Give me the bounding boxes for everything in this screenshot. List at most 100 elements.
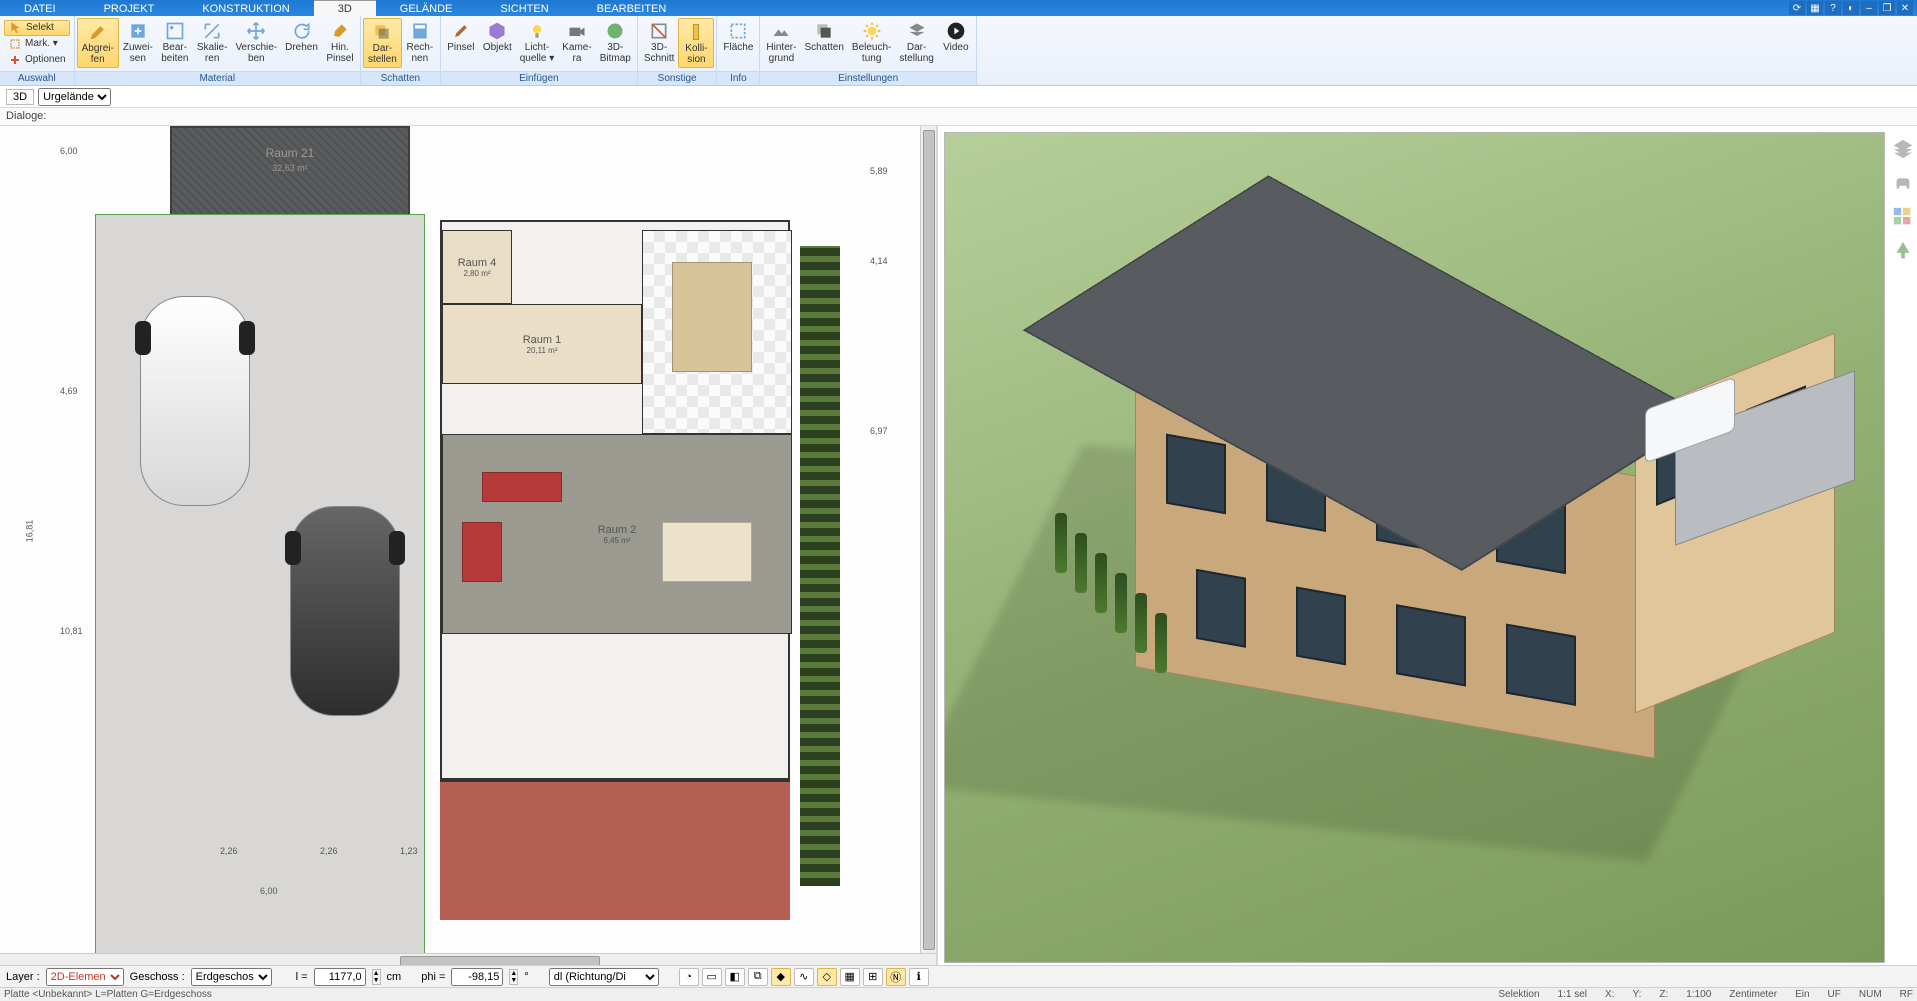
ribbon-btn-hintergrund[interactable]: Hinter- grund bbox=[762, 18, 800, 66]
refresh-icon[interactable]: ⟳ bbox=[1789, 1, 1805, 15]
bottom-tool-10[interactable]: ℹ bbox=[909, 968, 929, 986]
tree-icon[interactable] bbox=[1892, 240, 1914, 262]
theme-icon[interactable]: ◐ bbox=[1843, 1, 1859, 15]
garage-name: Raum 21 bbox=[266, 146, 315, 160]
ribbon-btn-mark[interactable]: Mark. ▾ bbox=[4, 36, 70, 52]
menu-tab-projekt[interactable]: PROJEKT bbox=[80, 0, 179, 16]
maximize-icon[interactable]: ❐ bbox=[1879, 1, 1895, 15]
terrain-select[interactable]: Urgelände bbox=[38, 88, 111, 106]
dim-label: 5,89 bbox=[870, 166, 888, 176]
dim-label: 4,69 bbox=[60, 386, 78, 396]
length-input[interactable] bbox=[314, 968, 366, 986]
status-x: X: bbox=[1605, 989, 1614, 1000]
status-y: Y: bbox=[1632, 989, 1641, 1000]
pick-icon bbox=[85, 21, 111, 43]
dim-label: 6,00 bbox=[60, 146, 78, 156]
ribbon-btn-skalieren[interactable]: Skalie- ren bbox=[193, 18, 232, 66]
layers-icon[interactable] bbox=[1892, 138, 1914, 160]
floor-select[interactable]: Erdgeschos bbox=[191, 968, 272, 986]
bottom-tool-2[interactable]: ◧ bbox=[725, 968, 745, 986]
menu-tab-datei[interactable]: DATEI bbox=[0, 0, 80, 16]
ribbon-btn-dschnitt[interactable]: 3D- Schnitt bbox=[640, 18, 679, 66]
ribbon-group-material: Abgrei- fenZuwei- senBear- beitenSkalie-… bbox=[75, 16, 361, 85]
garage-area: 32,63 m² bbox=[272, 163, 308, 173]
bottom-tool-9[interactable]: Ⓝ bbox=[886, 968, 906, 986]
menu-tab-3d[interactable]: 3D bbox=[314, 0, 376, 16]
grid-icon[interactable]: ▦ bbox=[1807, 1, 1823, 15]
dim-label: 10,81 bbox=[60, 626, 83, 636]
cursor-icon bbox=[9, 21, 23, 35]
plan-car-1 bbox=[140, 296, 250, 506]
menu-tab-konstruktion[interactable]: KONSTRUKTION bbox=[178, 0, 313, 16]
ribbon-group-auswahl: SelektMark. ▾OptionenAuswahl bbox=[0, 16, 75, 85]
plan-2d-view[interactable]: Raum 2132,63 m² Raum 42,80 m²Raum 120,11… bbox=[0, 126, 938, 969]
ribbon-btn-darstellen[interactable]: Dar- stellen bbox=[363, 18, 402, 68]
furniture-icon[interactable] bbox=[1892, 172, 1914, 194]
bottom-tool-1[interactable]: ▭ bbox=[702, 968, 722, 986]
angle-down[interactable]: ▼ bbox=[510, 977, 517, 984]
ribbon-btn-abgreifen[interactable]: Abgrei- fen bbox=[77, 18, 119, 68]
ribbon-btn-zuweisen[interactable]: Zuwei- sen bbox=[119, 18, 157, 66]
ribbon-btn-optionen[interactable]: Optionen bbox=[4, 52, 70, 68]
angle-up[interactable]: ▲ bbox=[510, 970, 517, 977]
ribbon-btn-kollision[interactable]: Kolli- sion bbox=[678, 18, 714, 68]
bottom-tool-4[interactable]: ◆ bbox=[771, 968, 791, 986]
bottom-tool-0[interactable]: ◔ bbox=[679, 968, 699, 986]
ribbon-btn-pinsel[interactable]: Pinsel bbox=[443, 18, 479, 56]
ribbon-btn-dbitmap[interactable]: 3D- Bitmap bbox=[596, 18, 635, 66]
menu-tab-bearbeiten[interactable]: BEARBEITEN bbox=[573, 0, 691, 16]
bottom-tool-5[interactable]: ∿ bbox=[794, 968, 814, 986]
brush-icon bbox=[327, 20, 353, 42]
ribbon-btn-darstellung[interactable]: Dar- stellung bbox=[895, 18, 937, 66]
plan-terrace bbox=[440, 780, 790, 920]
ribbon-btn-selekt[interactable]: Selekt bbox=[4, 20, 70, 36]
vid-icon bbox=[943, 20, 969, 42]
plan-room: Raum 42,80 m² bbox=[442, 230, 512, 304]
plan-scrollbar-vertical[interactable] bbox=[920, 126, 936, 953]
ribbon-btn-video[interactable]: Video bbox=[938, 18, 974, 56]
dim-label: 6,00 bbox=[260, 886, 278, 896]
ribbon-btn-hinpinsel[interactable]: Hin. Pinsel bbox=[322, 18, 358, 66]
bottom-tool-7[interactable]: ▦ bbox=[840, 968, 860, 986]
status-on: Ein bbox=[1795, 989, 1809, 1000]
plan-furniture bbox=[482, 472, 562, 502]
ribbon-btn-beleuchtung[interactable]: Beleuch- tung bbox=[848, 18, 895, 66]
menu-tab-gelaende[interactable]: GELÄNDE bbox=[376, 0, 477, 16]
direction-select[interactable]: dl (Richtung/Di bbox=[549, 968, 659, 986]
ribbon-btn-flche[interactable]: Fläche bbox=[719, 18, 757, 56]
angle-input[interactable] bbox=[451, 968, 503, 986]
dim-label: 2,26 bbox=[320, 846, 338, 856]
shd-icon bbox=[811, 20, 837, 42]
ribbon-btn-bearbeiten[interactable]: Bear- beiten bbox=[157, 18, 193, 66]
ribbon-btn-lichtquelle[interactable]: Licht- quelle ▾ bbox=[516, 18, 559, 66]
view-3d-pane[interactable] bbox=[938, 126, 1917, 969]
length-unit: cm bbox=[387, 971, 402, 983]
calc-icon bbox=[407, 20, 433, 42]
ribbon-btn-schatten[interactable]: Schatten bbox=[800, 18, 847, 56]
bottom-tool-6[interactable]: ◇ bbox=[817, 968, 837, 986]
dim-label: 16,81 bbox=[24, 520, 34, 543]
length-down[interactable]: ▼ bbox=[373, 977, 380, 984]
length-up[interactable]: ▲ bbox=[373, 970, 380, 977]
rotate-icon bbox=[289, 20, 315, 42]
bottom-tool-3[interactable]: ⧉ bbox=[748, 968, 768, 986]
minimize-icon[interactable]: – bbox=[1861, 1, 1877, 15]
view-3d-canvas[interactable] bbox=[944, 132, 1885, 963]
help-icon[interactable]: ? bbox=[1825, 1, 1841, 15]
lig-icon bbox=[859, 20, 885, 42]
ribbon-btn-kamera[interactable]: Kame- ra bbox=[558, 18, 595, 66]
ribbon-btn-rechnen[interactable]: Rech- nen bbox=[402, 18, 438, 66]
length-label: l = bbox=[296, 971, 308, 983]
ribbon-btn-verschieben[interactable]: Verschie- ben bbox=[231, 18, 281, 66]
menu-tab-sichten[interactable]: SICHTEN bbox=[476, 0, 572, 16]
ribbon-btn-drehen[interactable]: Drehen bbox=[281, 18, 322, 56]
edit-icon bbox=[162, 20, 188, 42]
bottom-tool-8[interactable]: ⊞ bbox=[863, 968, 883, 986]
ribbon-btn-objekt[interactable]: Objekt bbox=[479, 18, 516, 56]
close-icon[interactable]: ✕ bbox=[1897, 1, 1913, 15]
layer-select[interactable]: 2D-Elemen bbox=[46, 968, 124, 986]
palette-icon[interactable] bbox=[1892, 206, 1914, 228]
room-area: 2,80 m² bbox=[463, 269, 490, 278]
dsp-icon bbox=[904, 20, 930, 42]
ribbon-group-einfügen: PinselObjektLicht- quelle ▾Kame- ra3D- B… bbox=[441, 16, 638, 85]
